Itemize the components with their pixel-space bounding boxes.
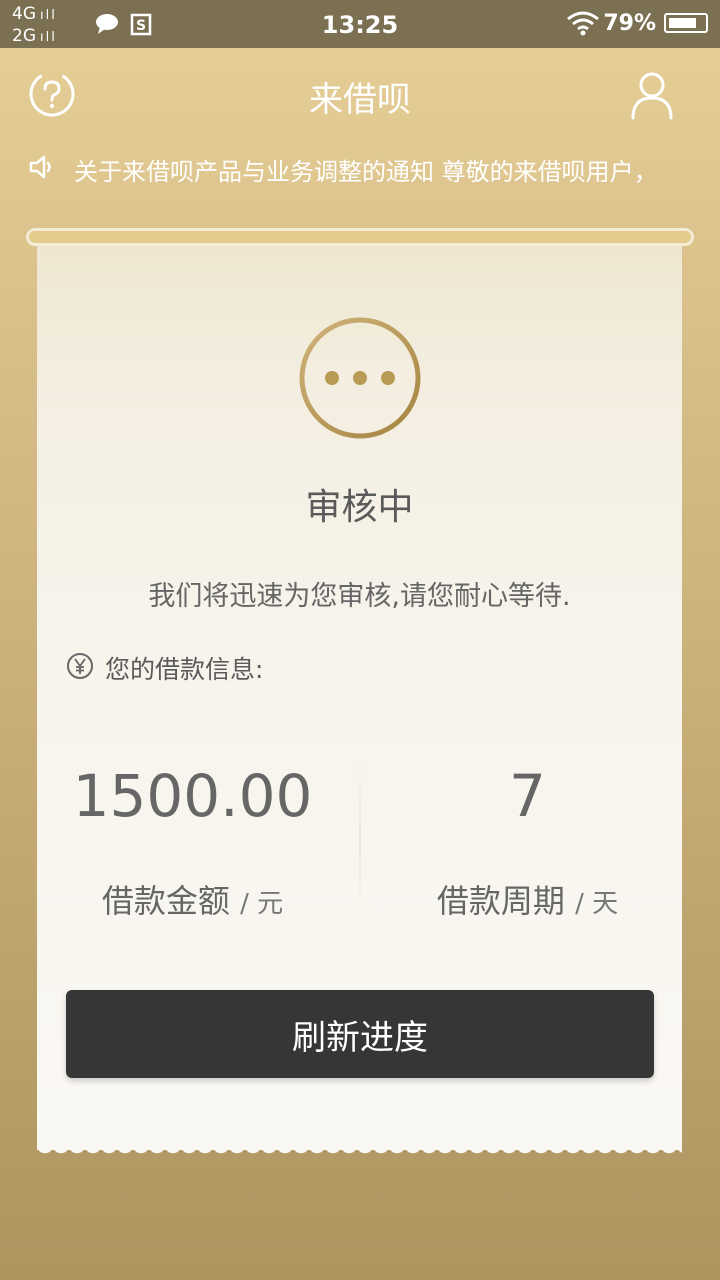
notice-text[interactable]: 关于来借呗产品与业务调整的通知 尊敬的来借呗用户， [74, 152, 688, 187]
battery-icon [664, 13, 708, 33]
loan-period-label: 借款周期 [436, 882, 565, 920]
loan-period-caption: 借款周期 / 天 [375, 876, 680, 922]
loan-info-label: 您的借款信息: [105, 655, 264, 684]
wifi-icon [567, 11, 599, 36]
yen-icon [67, 653, 93, 679]
loan-period-unit: / 天 [575, 889, 619, 919]
loan-amount-caption: 借款金额 / 元 [40, 876, 345, 922]
loan-period: 7 [509, 762, 546, 830]
user-icon[interactable] [630, 70, 674, 120]
loan-amount-label: 借款金额 [101, 882, 230, 920]
battery-percent: 79% [603, 11, 656, 36]
refresh-progress-button[interactable]: 刷新进度 [66, 990, 654, 1078]
status-bar: 4G ıll 2G ıll S 13:25 79% [0, 0, 720, 48]
app-header: 来借呗 [0, 48, 720, 140]
loan-amount: 1500.00 [72, 762, 313, 830]
notice-bar[interactable]: 关于来借呗产品与业务调整的通知 尊敬的来借呗用户， [28, 150, 688, 187]
card-scallop-edge [37, 1145, 682, 1161]
pending-dots-icon [299, 317, 421, 439]
loan-amount-unit: / 元 [240, 889, 284, 919]
column-divider [359, 760, 361, 920]
wait-message: 我们将迅速为您审核,请您耐心等待. [148, 581, 571, 612]
page-title: 来借呗 [309, 80, 411, 120]
card-scroll-rod [26, 228, 694, 246]
review-status: 审核中 [305, 487, 414, 528]
speaker-icon [29, 155, 51, 179]
